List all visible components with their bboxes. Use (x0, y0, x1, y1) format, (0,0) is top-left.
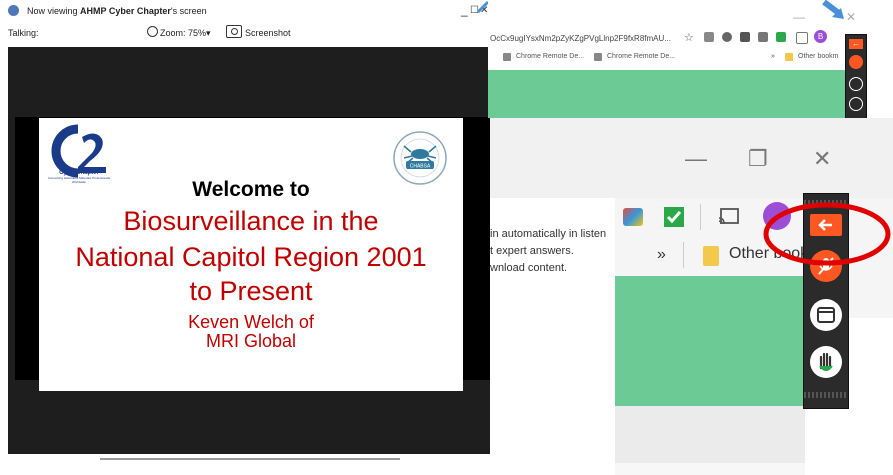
close-button[interactable]: ✕ (846, 10, 856, 24)
window-icon[interactable] (849, 77, 863, 91)
talking-label: Talking: (8, 28, 39, 38)
chevron-down-icon: ▾ (206, 28, 211, 38)
page-footer (615, 463, 805, 475)
pointer-arrow-icon (822, 0, 844, 19)
presentation-slide: AHMP CyberChapter Connecting Hazardous M… (39, 118, 463, 391)
window-icon (817, 307, 835, 323)
app-icon (8, 5, 19, 16)
page-text-line: t expert answers. (490, 245, 574, 257)
extension-icon[interactable] (623, 208, 643, 226)
raise-hand-icon (819, 352, 833, 371)
folder-icon (785, 53, 793, 61)
toolbar-divider (683, 242, 684, 268)
close-button[interactable]: ✕ (813, 146, 831, 172)
slide-title-line-3: to Present (189, 276, 313, 306)
page-banner (488, 70, 853, 118)
extension-icon[interactable] (704, 32, 714, 42)
page-text-area: in automatically in listen t expert answ… (490, 198, 615, 318)
extension-icon[interactable] (740, 32, 750, 42)
page-banner (615, 276, 805, 406)
viewer-titlebar: Now viewing AHMP Cyber Chapter's screen … (0, 0, 490, 22)
panel-drag-handle[interactable] (804, 392, 848, 398)
viewer-scrollbar[interactable] (100, 458, 400, 460)
zoom-dropdown[interactable]: Zoom: 75%▾ (160, 28, 211, 39)
page-text-line: in automatically in listen (490, 228, 607, 240)
presenter-name: AHMP Cyber Chapter (80, 6, 171, 16)
profile-avatar[interactable]: B (814, 30, 827, 43)
checkmark-extension-icon[interactable] (776, 32, 786, 42)
highlight-circle-annotation (763, 202, 891, 266)
zoom-icon[interactable] (147, 26, 158, 37)
zoom-label: Zoom: 75% (160, 28, 207, 38)
cast-icon[interactable] (718, 207, 740, 227)
slide-title-line-2: National Capitol Region 2001 (75, 242, 427, 272)
mute-mic-icon[interactable] (849, 55, 863, 69)
extension-icon[interactable] (758, 32, 768, 42)
slide-presenter-line-2: MRI Global (205, 331, 297, 351)
other-bookmarks[interactable]: Other bookm (798, 53, 838, 60)
bookmark-item[interactable]: Chrome Remote De... (607, 53, 675, 60)
small-browser-window: — ✕ OcCx9ugIYsxNm2pZyKZgPVgLlnp2F9fxR8fm… (488, 0, 856, 118)
address-bar[interactable]: OcCx9ugIYsxNm2pZyKZgPVgLlnp2F9fxR8fmAU..… (490, 34, 671, 43)
toolbar-divider (700, 204, 701, 230)
back-arrow-icon[interactable]: ← (849, 39, 863, 49)
title-suffix: 's screen (170, 6, 207, 16)
page-content-area (615, 406, 805, 463)
viewer-title: Now viewing AHMP Cyber Chapter's screen (27, 6, 207, 16)
browser-titlebar: — ❐ ✕ (490, 118, 893, 198)
bookmarks-more-button[interactable]: » (657, 246, 666, 264)
folder-icon (703, 246, 719, 266)
bookmark-icon (594, 53, 602, 61)
bookmark-item[interactable]: Chrome Remote De... (516, 53, 584, 60)
title-prefix: Now viewing (27, 6, 81, 16)
slide-presenter-line-1: Keven Welch of (188, 312, 314, 332)
cast-icon[interactable] (796, 32, 808, 44)
bookmarks-more-button[interactable]: » (771, 53, 775, 60)
extension-icon[interactable] (722, 32, 732, 42)
raise-hand-icon[interactable] (849, 97, 863, 111)
minimize-button[interactable]: — (685, 146, 707, 172)
camera-icon[interactable] (226, 25, 242, 38)
checkmark-extension-icon[interactable] (663, 206, 685, 228)
screenshot-button[interactable]: Screenshot (245, 28, 291, 38)
slide-title-line-1: Biosurveillance in the (123, 206, 379, 236)
minimize-button[interactable]: — (793, 10, 805, 24)
raise-hand-button[interactable] (810, 346, 842, 378)
bookmark-icon (503, 53, 511, 61)
window-button[interactable] (810, 299, 842, 331)
seal-label: CHABSA (410, 164, 431, 170)
extension-side-panel: ← (845, 34, 867, 124)
page-text-line: wnload content. (490, 262, 568, 274)
slide-welcome: Welcome to (192, 178, 310, 201)
bookmark-star-icon[interactable]: ☆ (684, 31, 694, 44)
restore-button[interactable]: ❐ (748, 146, 768, 172)
minimize-button[interactable]: _ (461, 3, 468, 17)
logo-ahmp-text: AHMP (64, 151, 82, 157)
viewer-toolbar: Talking: Zoom: 75%▾ Screenshot (0, 22, 490, 46)
